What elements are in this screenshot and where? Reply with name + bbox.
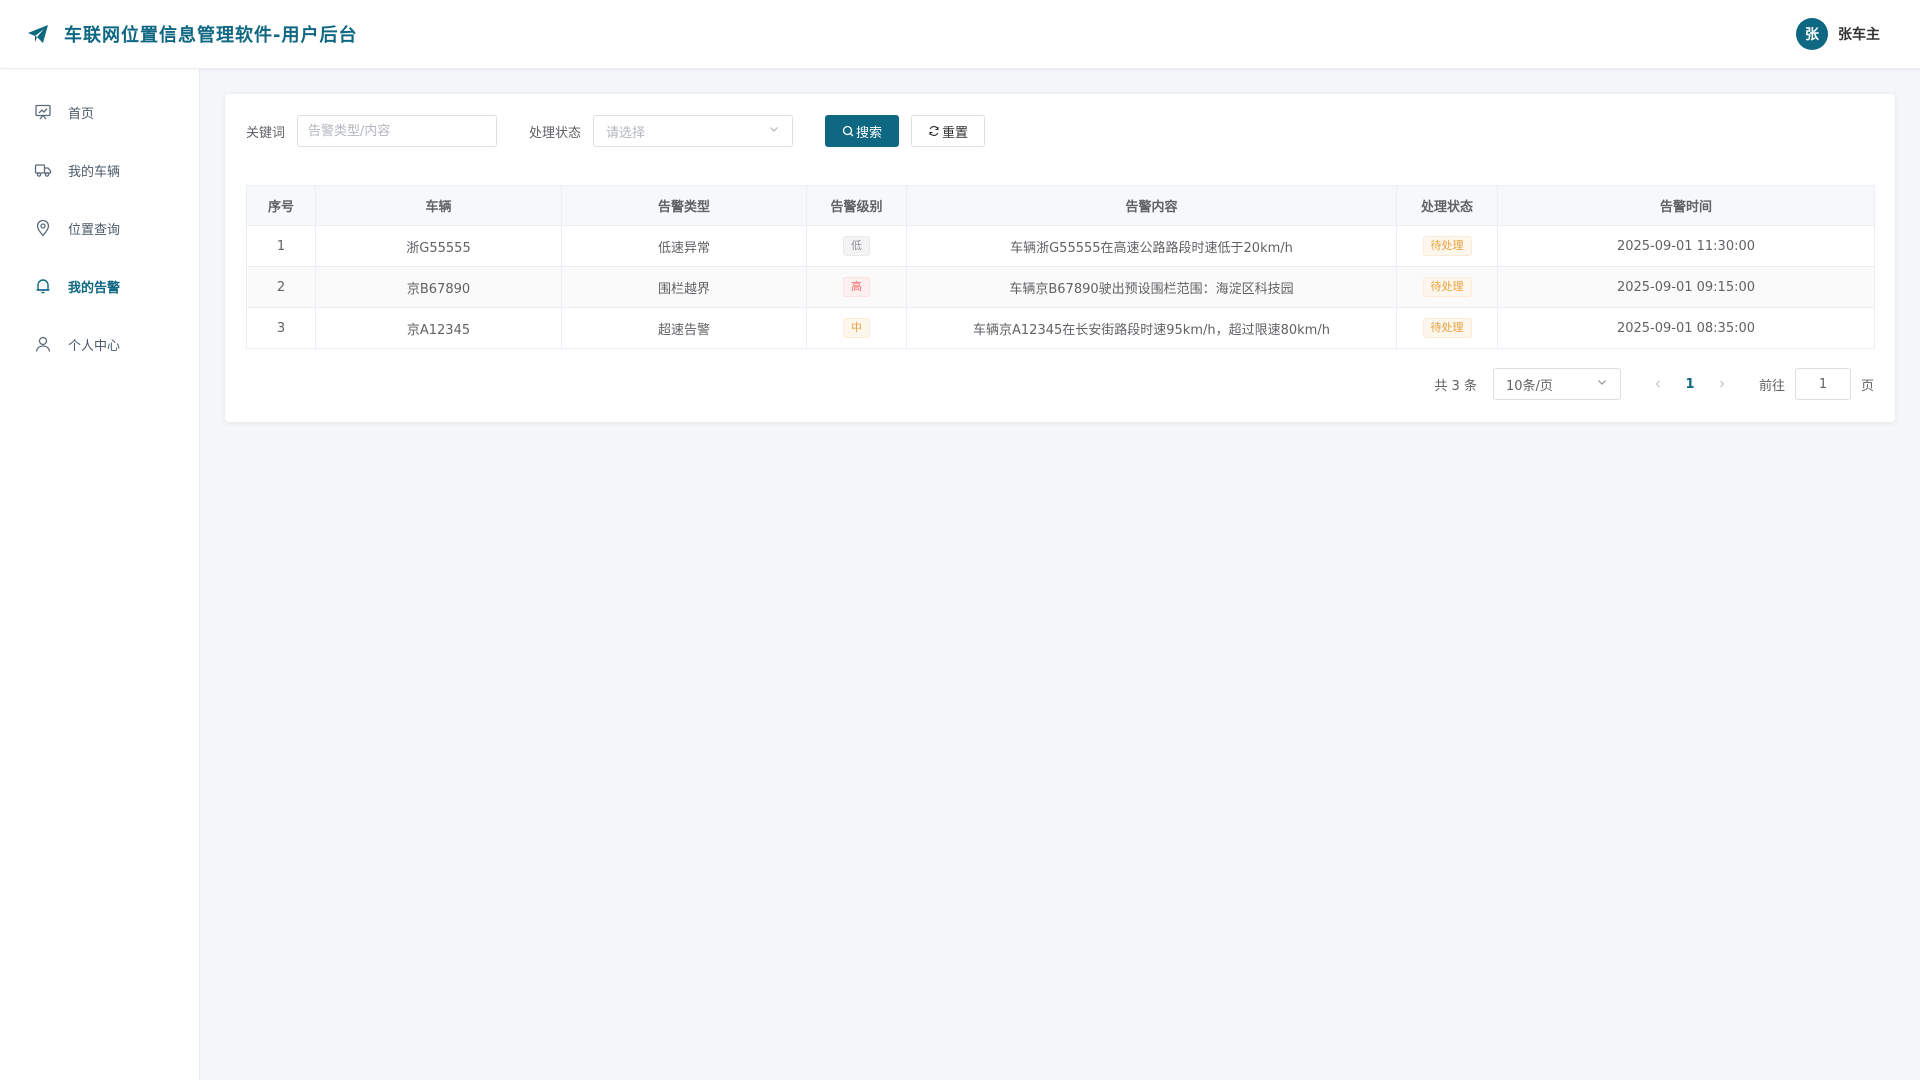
goto-page: 前往 页 [1759,368,1874,400]
sidebar-item-vehicles[interactable]: 我的车辆 [0,141,199,199]
table-row[interactable]: 3 京A12345 超速告警 中 车辆京A12345在长安街路段时速95km/h… [246,307,1875,349]
keyword-label: 关键词 [246,125,286,141]
reset-button-label: 重置 [942,125,969,141]
search-icon [842,125,856,137]
sidebar-item-alarms[interactable]: 我的告警 [0,257,199,315]
bell-icon [34,277,52,295]
status-badge: 待处理 [1422,318,1472,338]
truck-icon [34,161,52,179]
cell-content: 车辆京B67890驶出预设围栏范围：海淀区科技园 [906,266,1397,308]
paper-plane-icon [26,22,50,46]
search-button-label: 搜索 [856,125,883,141]
app-title: 车联网位置信息管理软件-用户后台 [64,25,358,46]
cell-vehicle: 浙G55555 [315,225,562,267]
cell-index: 3 [246,307,316,349]
column-header: 告警时间 [1497,185,1875,226]
alarm-list-card: 关键词 处理状态 请选择 搜索 重置 序号 [225,94,1895,422]
top-header: 车联网位置信息管理软件-用户后台 张 张车主 [0,0,1920,69]
reset-button[interactable]: 重置 [911,115,986,147]
sidebar-item-label: 首页 [68,106,95,122]
cell-type: 围栏越界 [561,266,807,308]
cell-index: 1 [246,225,316,267]
table-row[interactable]: 1 浙G55555 低速异常 低 车辆浙G55555在高速公路路段时速低于20k… [246,225,1875,267]
status-select[interactable]: 请选择 [593,115,794,147]
table-row[interactable]: 2 京B67890 围栏越界 高 车辆京B67890驶出预设围栏范围：海淀区科技… [246,266,1875,308]
column-header: 车辆 [315,185,562,226]
column-header: 告警内容 [906,185,1397,226]
sidebar-item-location[interactable]: 位置查询 [0,199,199,257]
cell-content: 车辆京A12345在长安街路段时速95km/h，超过限速80km/h [906,307,1397,349]
cell-vehicle: 京A12345 [315,307,562,349]
cell-vehicle: 京B67890 [315,266,562,308]
goto-page-input[interactable] [1794,368,1851,400]
cell-time: 2025-09-01 09:15:00 [1497,266,1875,308]
filter-bar: 关键词 处理状态 请选择 搜索 重置 [246,115,986,147]
dashboard-icon [34,103,52,121]
status-label: 处理状态 [529,125,582,141]
page-size-select[interactable]: 10条/页 [1492,368,1621,400]
cell-index: 2 [246,266,316,308]
page-size-value: 10条/页 [1505,378,1553,394]
user-icon [34,335,52,353]
sidebar-item-label: 我的告警 [68,280,121,296]
cell-status: 待处理 [1396,266,1498,308]
sidebar-item-profile[interactable]: 个人中心 [0,315,199,373]
level-badge: 低 [843,236,870,256]
cell-time: 2025-09-01 08:35:00 [1497,307,1875,349]
goto-suffix: 页 [1860,378,1874,394]
user-menu[interactable]: 张 张车主 [1796,18,1880,50]
cell-status: 待处理 [1396,225,1498,267]
page-number-current[interactable]: 1 [1673,377,1707,392]
column-header: 序号 [246,185,316,226]
table-header-row: 序号 车辆 告警类型 告警级别 告警内容 处理状态 告警时间 [246,185,1875,226]
brand: 车联网位置信息管理软件-用户后台 [26,21,357,47]
location-pin-icon [34,219,52,237]
alarm-table: 序号 车辆 告警类型 告警级别 告警内容 处理状态 告警时间 1 浙G55555… [246,185,1875,349]
chevron-left-icon [1655,380,1660,388]
chevron-down-icon [1596,376,1608,392]
status-select-placeholder: 请选择 [606,125,646,141]
sidebar-item-label: 个人中心 [68,338,121,354]
column-header: 处理状态 [1396,185,1498,226]
goto-prefix: 前往 [1758,378,1785,394]
avatar[interactable]: 张 [1796,18,1828,50]
next-page-button[interactable] [1707,379,1737,389]
chevron-down-icon [768,123,780,139]
cell-level: 低 [806,225,907,267]
total-count: 共 3 条 [1434,378,1477,394]
sidebar-item-label: 位置查询 [68,222,121,238]
prev-page-button[interactable] [1643,379,1673,389]
cell-time: 2025-09-01 11:30:00 [1497,225,1875,267]
sidebar-item-label: 我的车辆 [68,164,121,180]
sidebar-item-home[interactable]: 首页 [0,83,199,141]
cell-type: 低速异常 [561,225,807,267]
user-name[interactable]: 张车主 [1838,24,1880,44]
cell-level: 中 [806,307,907,349]
level-badge: 高 [843,277,870,297]
refresh-icon [928,125,942,137]
status-badge: 待处理 [1422,277,1472,297]
cell-level: 高 [806,266,907,308]
column-header: 告警类型 [561,185,807,226]
cell-status: 待处理 [1396,307,1498,349]
cell-type: 超速告警 [561,307,807,349]
status-badge: 待处理 [1422,236,1472,256]
sidebar: 首页 我的车辆 位置查询 我的告警 个人中心 [0,69,200,1080]
search-button[interactable]: 搜索 [825,115,900,147]
cell-content: 车辆浙G55555在高速公路路段时速低于20km/h [906,225,1397,267]
pagination: 共 3 条 10条/页 1 前往 页 [1434,368,1874,400]
keyword-input[interactable] [297,115,498,147]
column-header: 告警级别 [806,185,907,226]
chevron-right-icon [1720,380,1725,388]
level-badge: 中 [843,318,870,338]
